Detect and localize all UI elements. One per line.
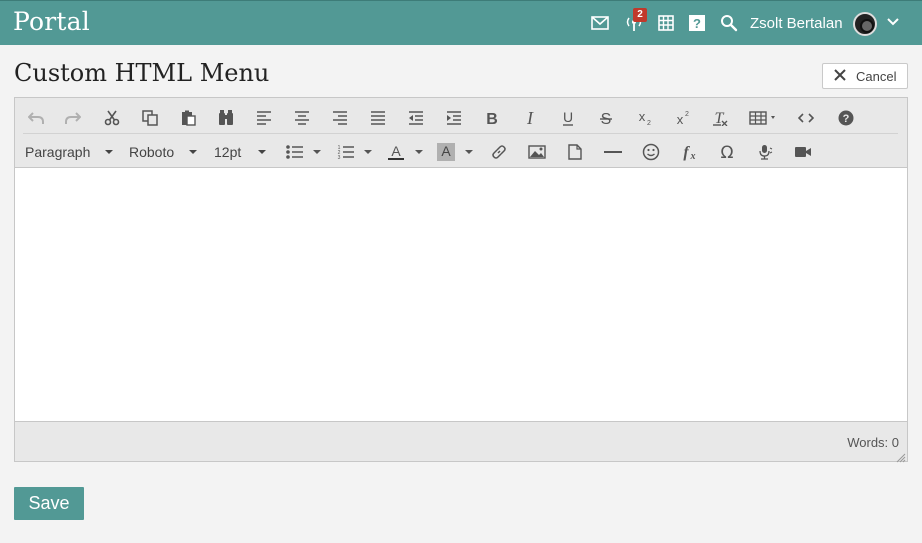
format-block-value: Paragraph (25, 144, 91, 160)
paste-icon[interactable] (177, 105, 199, 131)
font-size-value: 12pt (214, 144, 242, 160)
toolbar-row-1: B I U S x2 x2 T ? (15, 101, 907, 134)
page-icon[interactable] (564, 139, 586, 165)
calendar-grid-icon[interactable] (656, 12, 676, 34)
save-button[interactable]: Save (14, 487, 84, 520)
align-left-icon[interactable] (253, 105, 275, 131)
bold-icon[interactable]: B (481, 105, 503, 131)
toolbar-divider (23, 133, 898, 134)
superscript-icon[interactable]: x2 (671, 105, 693, 131)
mail-icon[interactable] (590, 12, 610, 34)
user-name[interactable]: Zsolt Bertalan (750, 15, 843, 32)
microphone-icon[interactable] (754, 139, 776, 165)
svg-text:Ω: Ω (721, 143, 734, 161)
redo-icon[interactable] (62, 105, 84, 131)
svg-text:A: A (441, 143, 451, 159)
table-icon[interactable] (748, 105, 780, 131)
avatar[interactable] (853, 12, 877, 36)
word-count: Words: 0 (847, 435, 899, 450)
italic-icon[interactable]: I (519, 105, 541, 131)
cut-icon[interactable] (101, 105, 123, 131)
svg-text:T: T (715, 110, 725, 126)
chevron-down-icon (258, 150, 266, 154)
search-icon[interactable] (719, 12, 739, 34)
font-family-value: Roboto (129, 144, 175, 160)
svg-text:x: x (677, 112, 684, 126)
strikethrough-icon[interactable]: S (595, 105, 617, 131)
top-navbar: Portal 2 ? Zsolt Bertalan (0, 0, 922, 45)
close-icon (833, 68, 847, 85)
svg-text:?: ? (693, 16, 701, 31)
svg-text:x: x (639, 110, 646, 124)
resize-handle-icon[interactable] (896, 450, 906, 463)
page-title: Custom HTML Menu (14, 59, 270, 87)
find-replace-icon[interactable] (215, 105, 237, 131)
cancel-button[interactable]: Cancel (822, 63, 908, 89)
link-icon[interactable] (488, 139, 510, 165)
svg-text:2: 2 (685, 111, 689, 118)
text-color-icon[interactable]: A (387, 139, 425, 165)
align-right-icon[interactable] (329, 105, 351, 131)
svg-text:3: 3 (338, 155, 341, 160)
chevron-down-icon (189, 150, 197, 154)
chevron-down-icon (105, 150, 113, 154)
help-icon[interactable]: ? (687, 12, 707, 34)
copy-icon[interactable] (139, 105, 161, 131)
editor-toolbar: B I U S x2 x2 T ? Paragraph Roboto 12pt … (15, 98, 907, 168)
horizontal-rule-icon[interactable] (602, 139, 624, 165)
outdent-icon[interactable] (405, 105, 427, 131)
subscript-icon[interactable]: x2 (633, 105, 655, 131)
font-family-dropdown[interactable]: Roboto (129, 139, 203, 165)
svg-text:?: ? (843, 113, 850, 125)
rich-text-editor: B I U S x2 x2 T ? Paragraph Roboto 12pt … (14, 97, 908, 463)
indent-icon[interactable] (443, 105, 465, 131)
cancel-label: Cancel (856, 68, 897, 84)
chevron-down-icon[interactable] (885, 14, 901, 35)
svg-text:2: 2 (647, 120, 651, 126)
justify-icon[interactable] (367, 105, 389, 131)
font-size-dropdown[interactable]: 12pt (214, 139, 274, 165)
video-icon[interactable] (792, 139, 814, 165)
source-code-icon[interactable] (795, 105, 817, 131)
background-color-icon[interactable]: A (437, 139, 475, 165)
align-center-icon[interactable] (291, 105, 313, 131)
brand-logo[interactable]: Portal (13, 7, 90, 36)
emoticon-icon[interactable] (640, 139, 662, 165)
svg-text:I: I (526, 110, 534, 126)
svg-text:x: x (690, 151, 696, 161)
clear-formatting-icon[interactable]: T (709, 105, 731, 131)
undo-icon[interactable] (25, 105, 47, 131)
special-character-icon[interactable]: Ω (716, 139, 738, 165)
help-circle-icon[interactable]: ? (835, 105, 857, 131)
svg-text:U: U (563, 110, 573, 125)
svg-text:A: A (391, 143, 401, 159)
notification-badge: 2 (633, 8, 647, 22)
toolbar-row-2: Paragraph Roboto 12pt 123 A A f x Ω (15, 135, 907, 168)
svg-text:B: B (486, 111, 498, 126)
svg-text:f: f (683, 144, 690, 161)
numbered-list-icon[interactable]: 123 (336, 139, 374, 165)
formula-icon[interactable]: fx (678, 139, 700, 165)
editor-content-area[interactable] (15, 168, 907, 421)
bullet-list-icon[interactable] (285, 139, 323, 165)
editor-statusbar: Words: 0 (15, 421, 907, 463)
image-icon[interactable] (526, 139, 548, 165)
format-block-dropdown[interactable]: Paragraph (25, 139, 115, 165)
underline-icon[interactable]: U (557, 105, 579, 131)
